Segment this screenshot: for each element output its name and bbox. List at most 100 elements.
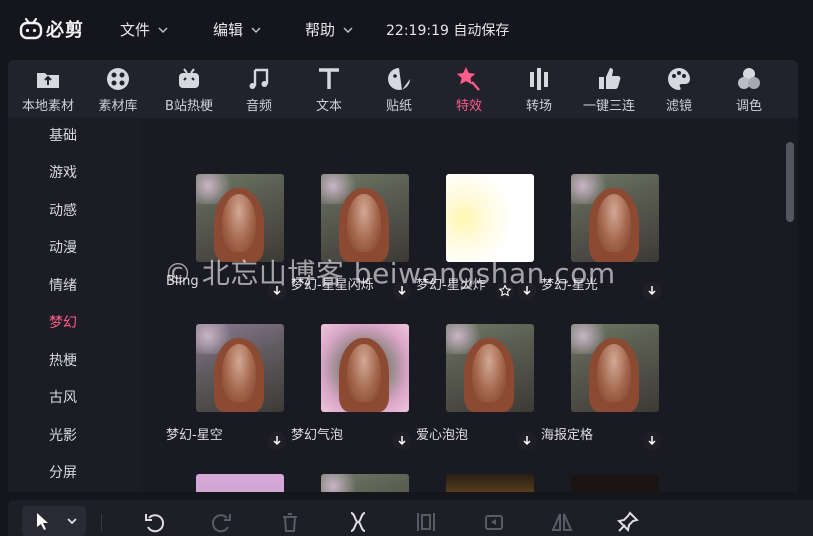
asset-panel: 本地素材 素材库 B站热梗 音频 文本 贴纸 特效 转场 一键三连 滤镜 调色 … [8, 60, 798, 492]
app-logo: 必剪 [18, 16, 84, 42]
effect-thumbnail [321, 324, 409, 412]
effect-name: 梦幻-星空 [166, 428, 223, 443]
tab-label: 文本 [315, 99, 342, 114]
effect-card[interactable]: 爱心泡泡 [416, 324, 540, 454]
toolbar-divider [101, 514, 102, 532]
tab-filters[interactable]: 滤镜 [639, 64, 719, 116]
download-icon[interactable] [393, 432, 411, 450]
effect-thumbnail [571, 474, 659, 492]
sidebar-item-anime[interactable]: 动漫 [8, 230, 142, 266]
asset-category-tabs: 本地素材 素材库 B站热梗 音频 文本 贴纸 特效 转场 一键三连 滤镜 调色 [8, 60, 798, 118]
effect-thumbnail [321, 474, 409, 492]
delete-icon[interactable] [278, 510, 302, 534]
effect-thumbnail [196, 324, 284, 412]
effect-card[interactable]: 梦幻-星空 [166, 324, 290, 454]
sidebar-item-emotion[interactable]: 情绪 [8, 268, 142, 304]
tab-label: 一键三连 [582, 99, 635, 114]
app-name: 必剪 [46, 20, 84, 41]
menu-edit[interactable]: 编辑 [213, 19, 261, 40]
menu-edit-label: 编辑 [213, 21, 244, 39]
mirror-icon[interactable] [550, 510, 574, 534]
download-icon[interactable] [643, 432, 661, 450]
sidebar-item-memes[interactable]: 热梗 [8, 343, 142, 379]
effect-thumbnail [446, 474, 534, 492]
tab-asset-library[interactable]: 素材库 [78, 64, 158, 116]
pin-icon[interactable] [616, 510, 640, 534]
tab-label: 滤镜 [665, 99, 692, 114]
effect-card[interactable] [291, 474, 415, 492]
effect-thumbnail [321, 174, 409, 262]
grid-scrollbar[interactable] [786, 142, 794, 222]
download-icon[interactable] [643, 282, 661, 300]
effect-thumbnail [571, 324, 659, 412]
cursor-arrow-icon [37, 513, 48, 530]
pointer-tool-selector[interactable] [22, 506, 86, 536]
download-icon[interactable] [268, 432, 286, 450]
autosave-status: 22:19:19 自动保存 [386, 23, 510, 39]
chevron-down-icon [343, 26, 353, 33]
menu-file[interactable]: 文件 [120, 19, 168, 40]
effect-card[interactable]: 海报定格 [541, 324, 665, 454]
tab-label: 本地素材 [21, 99, 74, 114]
tab-audio[interactable]: 音频 [219, 64, 299, 116]
color-circles-icon [738, 68, 760, 89]
effect-thumbnail [446, 324, 534, 412]
menu-file-label: 文件 [120, 21, 151, 39]
effect-thumbnail [196, 174, 284, 262]
transition-icon [530, 68, 548, 90]
upload-folder-icon [37, 73, 59, 88]
sidebar-item-dreamy[interactable]: 梦幻 [8, 305, 142, 341]
timeline-toolbar [8, 500, 813, 536]
tab-label: 特效 [455, 99, 482, 114]
chevron-down-icon [67, 518, 77, 525]
reverse-icon[interactable] [482, 510, 506, 534]
sidebar-item-split-screen[interactable]: 分屏 [8, 455, 142, 491]
text-icon [319, 68, 339, 89]
tab-color-grading[interactable]: 调色 [709, 64, 789, 116]
effect-card[interactable] [541, 474, 665, 492]
sidebar-item-game[interactable]: 游戏 [8, 155, 142, 191]
sidebar-item-light-shadow[interactable]: 光影 [8, 418, 142, 454]
music-note-icon [249, 68, 269, 89]
thumbs-up-icon [599, 68, 621, 89]
effect-thumbnail [446, 174, 534, 262]
effect-thumbnail [571, 174, 659, 262]
menu-help-label: 帮助 [305, 21, 336, 39]
top-menu-bar: 必剪 文件 编辑 帮助 22:19:19 自动保存 [0, 0, 813, 58]
tab-label: 音频 [245, 99, 272, 114]
download-icon[interactable] [518, 432, 536, 450]
tab-label: B站热梗 [165, 99, 213, 114]
star-wand-icon [456, 67, 480, 91]
tab-one-click-triple[interactable]: 一键三连 [569, 64, 649, 116]
tab-local-assets[interactable]: 本地素材 [8, 64, 88, 116]
effect-name: 海报定格 [541, 428, 594, 443]
tab-transitions[interactable]: 转场 [499, 64, 579, 116]
tab-label: 素材库 [98, 99, 138, 114]
effects-category-sidebar: 基础 游戏 动感 动漫 情绪 梦幻 热梗 古风 光影 分屏 [8, 118, 142, 492]
tab-stickers[interactable]: 贴纸 [359, 64, 439, 116]
freeze-frame-icon[interactable] [414, 510, 438, 534]
menu-help[interactable]: 帮助 [305, 19, 353, 40]
sidebar-item-dynamic[interactable]: 动感 [8, 193, 142, 229]
undo-icon[interactable] [142, 510, 166, 534]
effect-name: 爱心泡泡 [416, 428, 469, 443]
redo-icon[interactable] [210, 510, 234, 534]
split-icon[interactable] [346, 510, 370, 534]
sidebar-item-ancient[interactable]: 古风 [8, 380, 142, 416]
effect-thumbnail [196, 474, 284, 492]
tab-label: 贴纸 [385, 99, 412, 114]
chevron-down-icon [158, 26, 168, 33]
tab-bilibili-memes[interactable]: B站热梗 [149, 64, 229, 116]
tab-effects[interactable]: 特效 [429, 64, 509, 116]
chevron-down-icon [251, 26, 261, 33]
effect-card[interactable]: 梦幻气泡 [291, 324, 415, 454]
film-reel-icon [107, 68, 129, 90]
tab-text[interactable]: 文本 [289, 64, 369, 116]
bilibili-logo-icon [19, 17, 43, 40]
sidebar-item-basic[interactable]: 基础 [8, 118, 142, 154]
effect-card[interactable] [416, 474, 540, 492]
effect-card[interactable] [166, 474, 290, 492]
effect-name: 梦幻气泡 [291, 428, 344, 443]
tv-mascot-icon [179, 68, 199, 88]
tab-label: 调色 [735, 99, 762, 114]
